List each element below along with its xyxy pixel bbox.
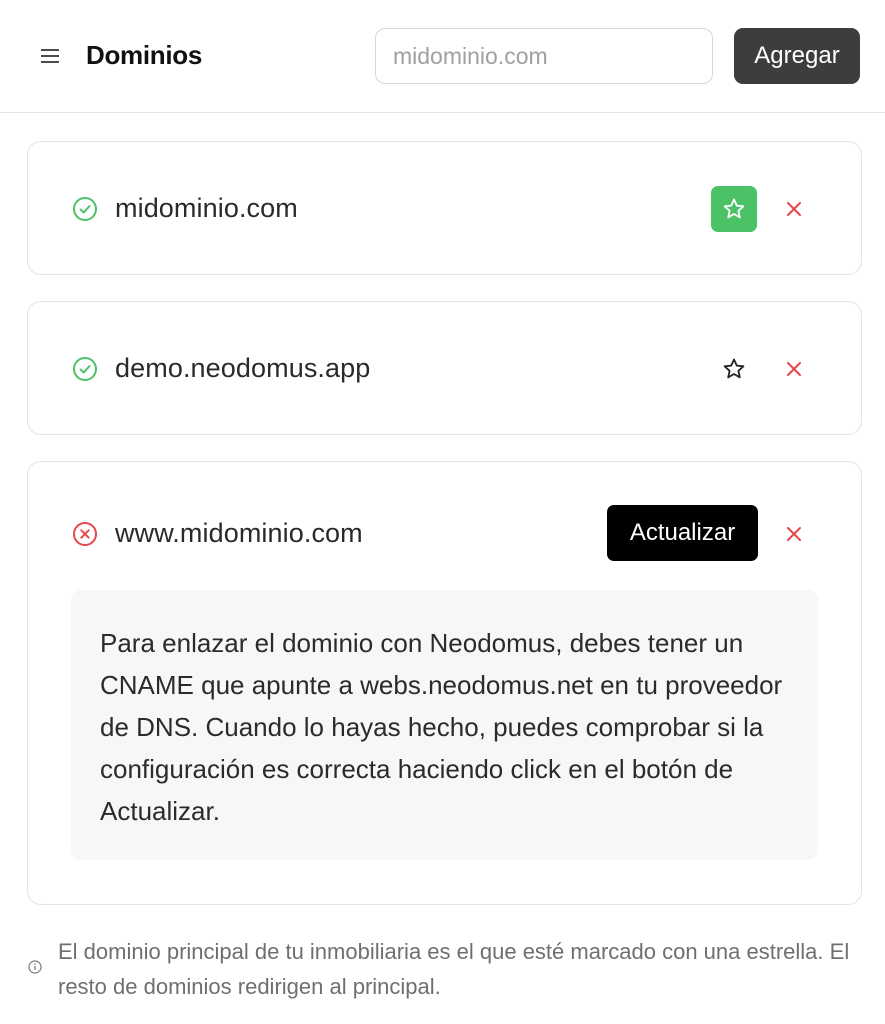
domain-name: www.midominio.com <box>115 518 363 548</box>
delete-domain-button[interactable] <box>779 519 809 549</box>
add-domain-button[interactable]: Agregar <box>734 28 860 84</box>
check-circle-icon <box>72 356 98 382</box>
top-bar: Dominios Agregar <box>0 0 885 113</box>
update-button[interactable]: Actualizar <box>607 505 758 561</box>
menu-icon[interactable] <box>40 46 60 66</box>
domain-name: midominio.com <box>115 193 298 223</box>
domain-input[interactable] <box>375 28 713 84</box>
dns-instructions: Para enlazar el dominio con Neodomus, de… <box>71 590 818 860</box>
star-icon <box>723 358 745 379</box>
close-icon <box>787 527 801 541</box>
domain-name: demo.neodomus.app <box>115 353 371 383</box>
close-icon <box>787 202 801 216</box>
primary-star-button[interactable] <box>711 186 757 232</box>
footnote-text: El dominio principal de tu inmobiliaria … <box>58 939 850 999</box>
star-icon <box>723 198 745 219</box>
close-icon <box>787 362 801 376</box>
check-circle-icon <box>72 196 98 222</box>
domain-card: www.midominio.com Actualizar Para enlaza… <box>27 461 862 905</box>
delete-domain-button[interactable] <box>779 194 809 224</box>
domain-card: demo.neodomus.app <box>27 301 862 435</box>
domain-card: midominio.com <box>27 141 862 275</box>
info-icon <box>27 959 43 975</box>
set-primary-star-button[interactable] <box>711 346 757 392</box>
page-title: Dominios <box>86 40 203 70</box>
x-circle-icon <box>72 521 98 547</box>
delete-domain-button[interactable] <box>779 354 809 384</box>
